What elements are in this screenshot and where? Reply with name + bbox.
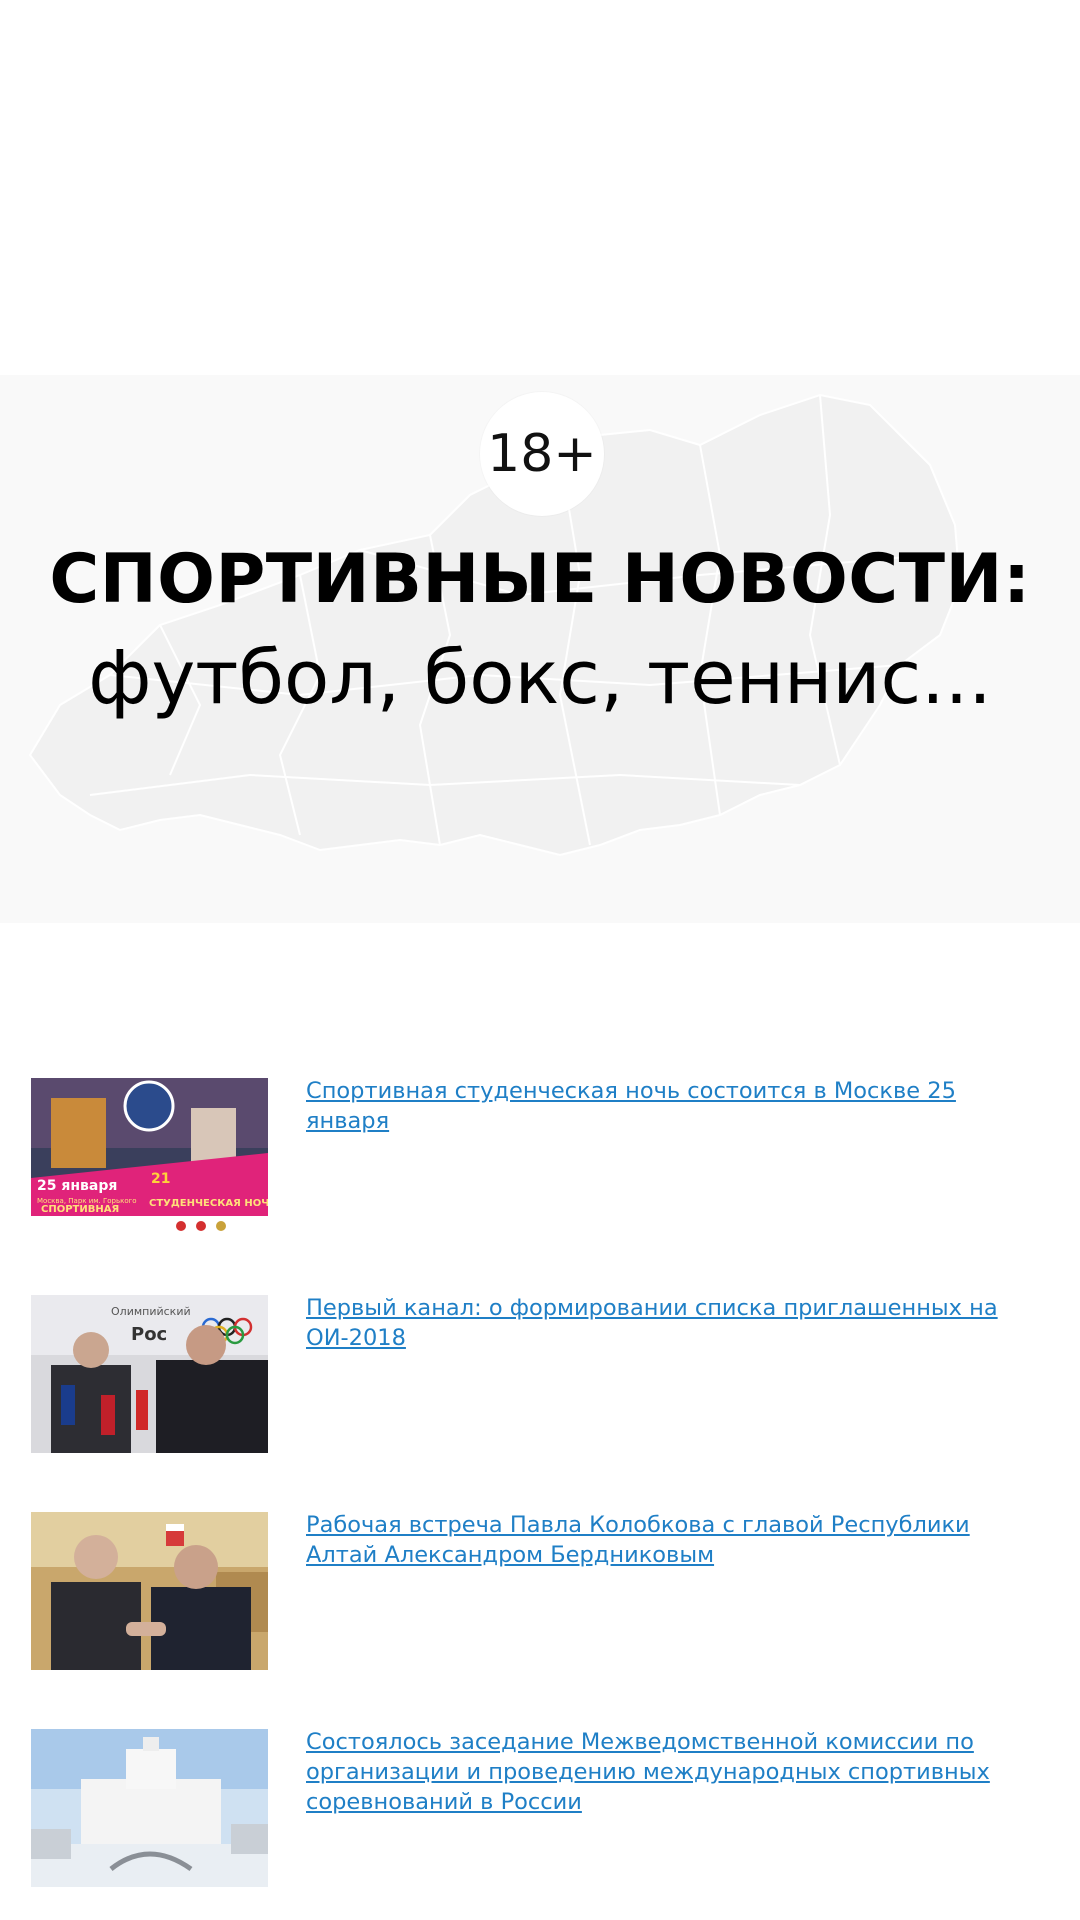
news-link[interactable]: Первый канал: о формировании списка приг… — [306, 1293, 1026, 1353]
thumb-text: Рос — [131, 1324, 167, 1345]
news-item: Олимпийский Рос Первый канал: о формиров… — [0, 1293, 1080, 1510]
thumb-text: Олимпийский — [111, 1305, 191, 1318]
thumb-text: 25 января — [37, 1178, 117, 1194]
thumb-text: СПОРТИВНАЯ — [41, 1204, 119, 1215]
news-link[interactable]: Рабочая встреча Павла Колобкова с главой… — [306, 1510, 1026, 1570]
news-link[interactable]: Спортивная студенческая ночь состоится в… — [306, 1076, 1026, 1136]
age-rating-badge: 18+ — [480, 392, 604, 516]
news-thumbnail-government-building[interactable] — [31, 1729, 268, 1887]
news-thumbnail-olympics-interview[interactable]: Олимпийский Рос — [31, 1295, 268, 1453]
news-thumbnail-handshake-meeting[interactable] — [31, 1512, 268, 1670]
hero-subtitle: футбол, бокс, теннис... — [88, 635, 992, 721]
news-item: 25 января Москва, Парк им. Горького 21 С… — [0, 1076, 1080, 1293]
hero-title: СПОРТИВНЫЕ НОВОСТИ: — [49, 540, 1031, 619]
page: 18+ СПОРТИВНЫЕ НОВОСТИ: футбол, бокс, те… — [0, 0, 1080, 1920]
news-item: Состоялось заседание Межведомственной ко… — [0, 1727, 1080, 1920]
news-thumbnail-student-night[interactable]: 25 января Москва, Парк им. Горького 21 С… — [31, 1078, 268, 1236]
thumb-text: СТУДЕНЧЕСКАЯ НОЧЬ — [149, 1198, 268, 1209]
news-list: 25 января Москва, Парк им. Горького 21 С… — [0, 1076, 1080, 1920]
thumb-text: 21 — [151, 1171, 170, 1187]
news-link[interactable]: Состоялось заседание Межведомственной ко… — [306, 1727, 1026, 1817]
hero-banner: 18+ СПОРТИВНЫЕ НОВОСТИ: футбол, бокс, те… — [0, 375, 1080, 923]
news-item: Рабочая встреча Павла Колобкова с главой… — [0, 1510, 1080, 1727]
